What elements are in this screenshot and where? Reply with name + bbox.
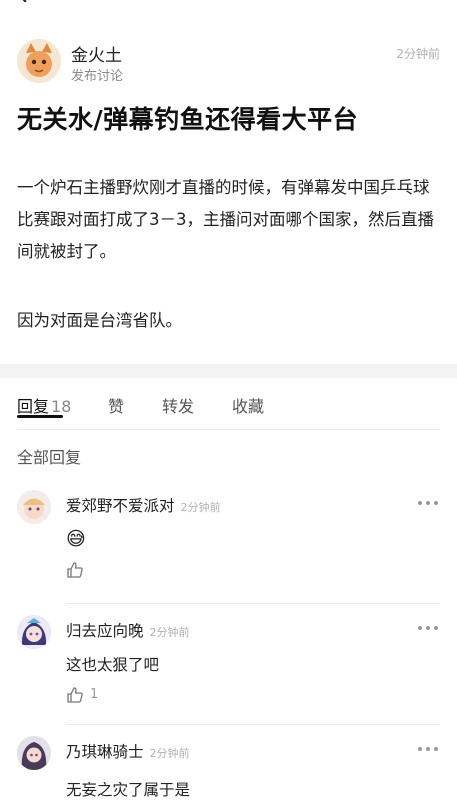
more-dots-icon[interactable] bbox=[417, 625, 439, 631]
more-dots-icon[interactable] bbox=[417, 500, 439, 506]
tab-replies[interactable]: 回复 18 bbox=[17, 393, 72, 418]
post-paragraph: 一个炉石主播野炊刚才直播的时候，有弹幕发中国乒乓球比赛跟对面打成了3－3，主播问… bbox=[17, 178, 434, 261]
post-type-label: 发布讨论 bbox=[71, 69, 124, 84]
like-button[interactable]: 1 bbox=[66, 686, 126, 706]
commenter-name[interactable]: 爱郊野不爱派对 2分钟前 bbox=[66, 494, 221, 516]
commenter-avatar[interactable] bbox=[17, 736, 51, 770]
comment-text: 无妄之灾了属于是 bbox=[66, 781, 191, 799]
tab-replies-label: 回复 bbox=[17, 397, 50, 416]
comment-time: 2分钟前 bbox=[149, 747, 190, 760]
back-chevron-icon[interactable] bbox=[16, 0, 30, 2]
post-body: 一个炉石主播野炊刚才直播的时候，有弹幕发中国乒乓球比赛跟对面打成了3－3，主播问… bbox=[17, 172, 441, 374]
reply-count: 18 bbox=[51, 397, 72, 416]
comment-text: 这也太狠了吧 bbox=[66, 656, 160, 674]
replies-section-title: 全部回复 bbox=[17, 448, 82, 467]
post-timestamp: 2分钟前 bbox=[396, 47, 440, 61]
commenter-name[interactable]: 乃琪琳骑士 2分钟前 bbox=[66, 740, 190, 762]
section-divider bbox=[0, 364, 457, 378]
active-tab-indicator bbox=[17, 415, 63, 418]
commenter-avatar[interactable] bbox=[17, 490, 51, 524]
tab-like[interactable]: 赞 bbox=[108, 393, 124, 417]
tab-favorite[interactable]: 收藏 bbox=[232, 393, 264, 417]
commenter-avatar[interactable] bbox=[17, 615, 51, 649]
commenter-name[interactable]: 归去应向晚 2分钟前 bbox=[66, 619, 190, 641]
comment-time: 2分钟前 bbox=[149, 626, 190, 639]
post-title: 无关水/弹幕钓鱼还得看大平台 bbox=[17, 105, 359, 134]
author-avatar[interactable] bbox=[17, 39, 61, 83]
comment-divider bbox=[66, 603, 440, 604]
commenter-name-text: 爱郊野不爱派对 bbox=[66, 497, 175, 515]
comment-time: 2分钟前 bbox=[180, 501, 221, 514]
commenter-name-text: 乃琪琳骑士 bbox=[66, 743, 144, 761]
tab-share[interactable]: 转发 bbox=[162, 393, 194, 417]
thumbs-up-icon bbox=[67, 562, 83, 578]
like-button[interactable] bbox=[66, 561, 126, 581]
thumbs-up-icon bbox=[67, 687, 83, 703]
comment-divider bbox=[66, 724, 440, 725]
comment-text: 😅 bbox=[66, 528, 86, 550]
post-action-tabs: 回复 18 赞 转发 收藏 bbox=[17, 393, 440, 430]
like-count: 1 bbox=[90, 687, 99, 702]
post-header: 金火土 发布讨论 2分钟前 bbox=[17, 39, 440, 85]
more-dots-icon[interactable] bbox=[417, 746, 439, 752]
author-name[interactable]: 金火土 bbox=[71, 41, 122, 66]
commenter-name-text: 归去应向晚 bbox=[66, 622, 144, 640]
post-paragraph: 因为对面是台湾省队。 bbox=[17, 311, 182, 330]
